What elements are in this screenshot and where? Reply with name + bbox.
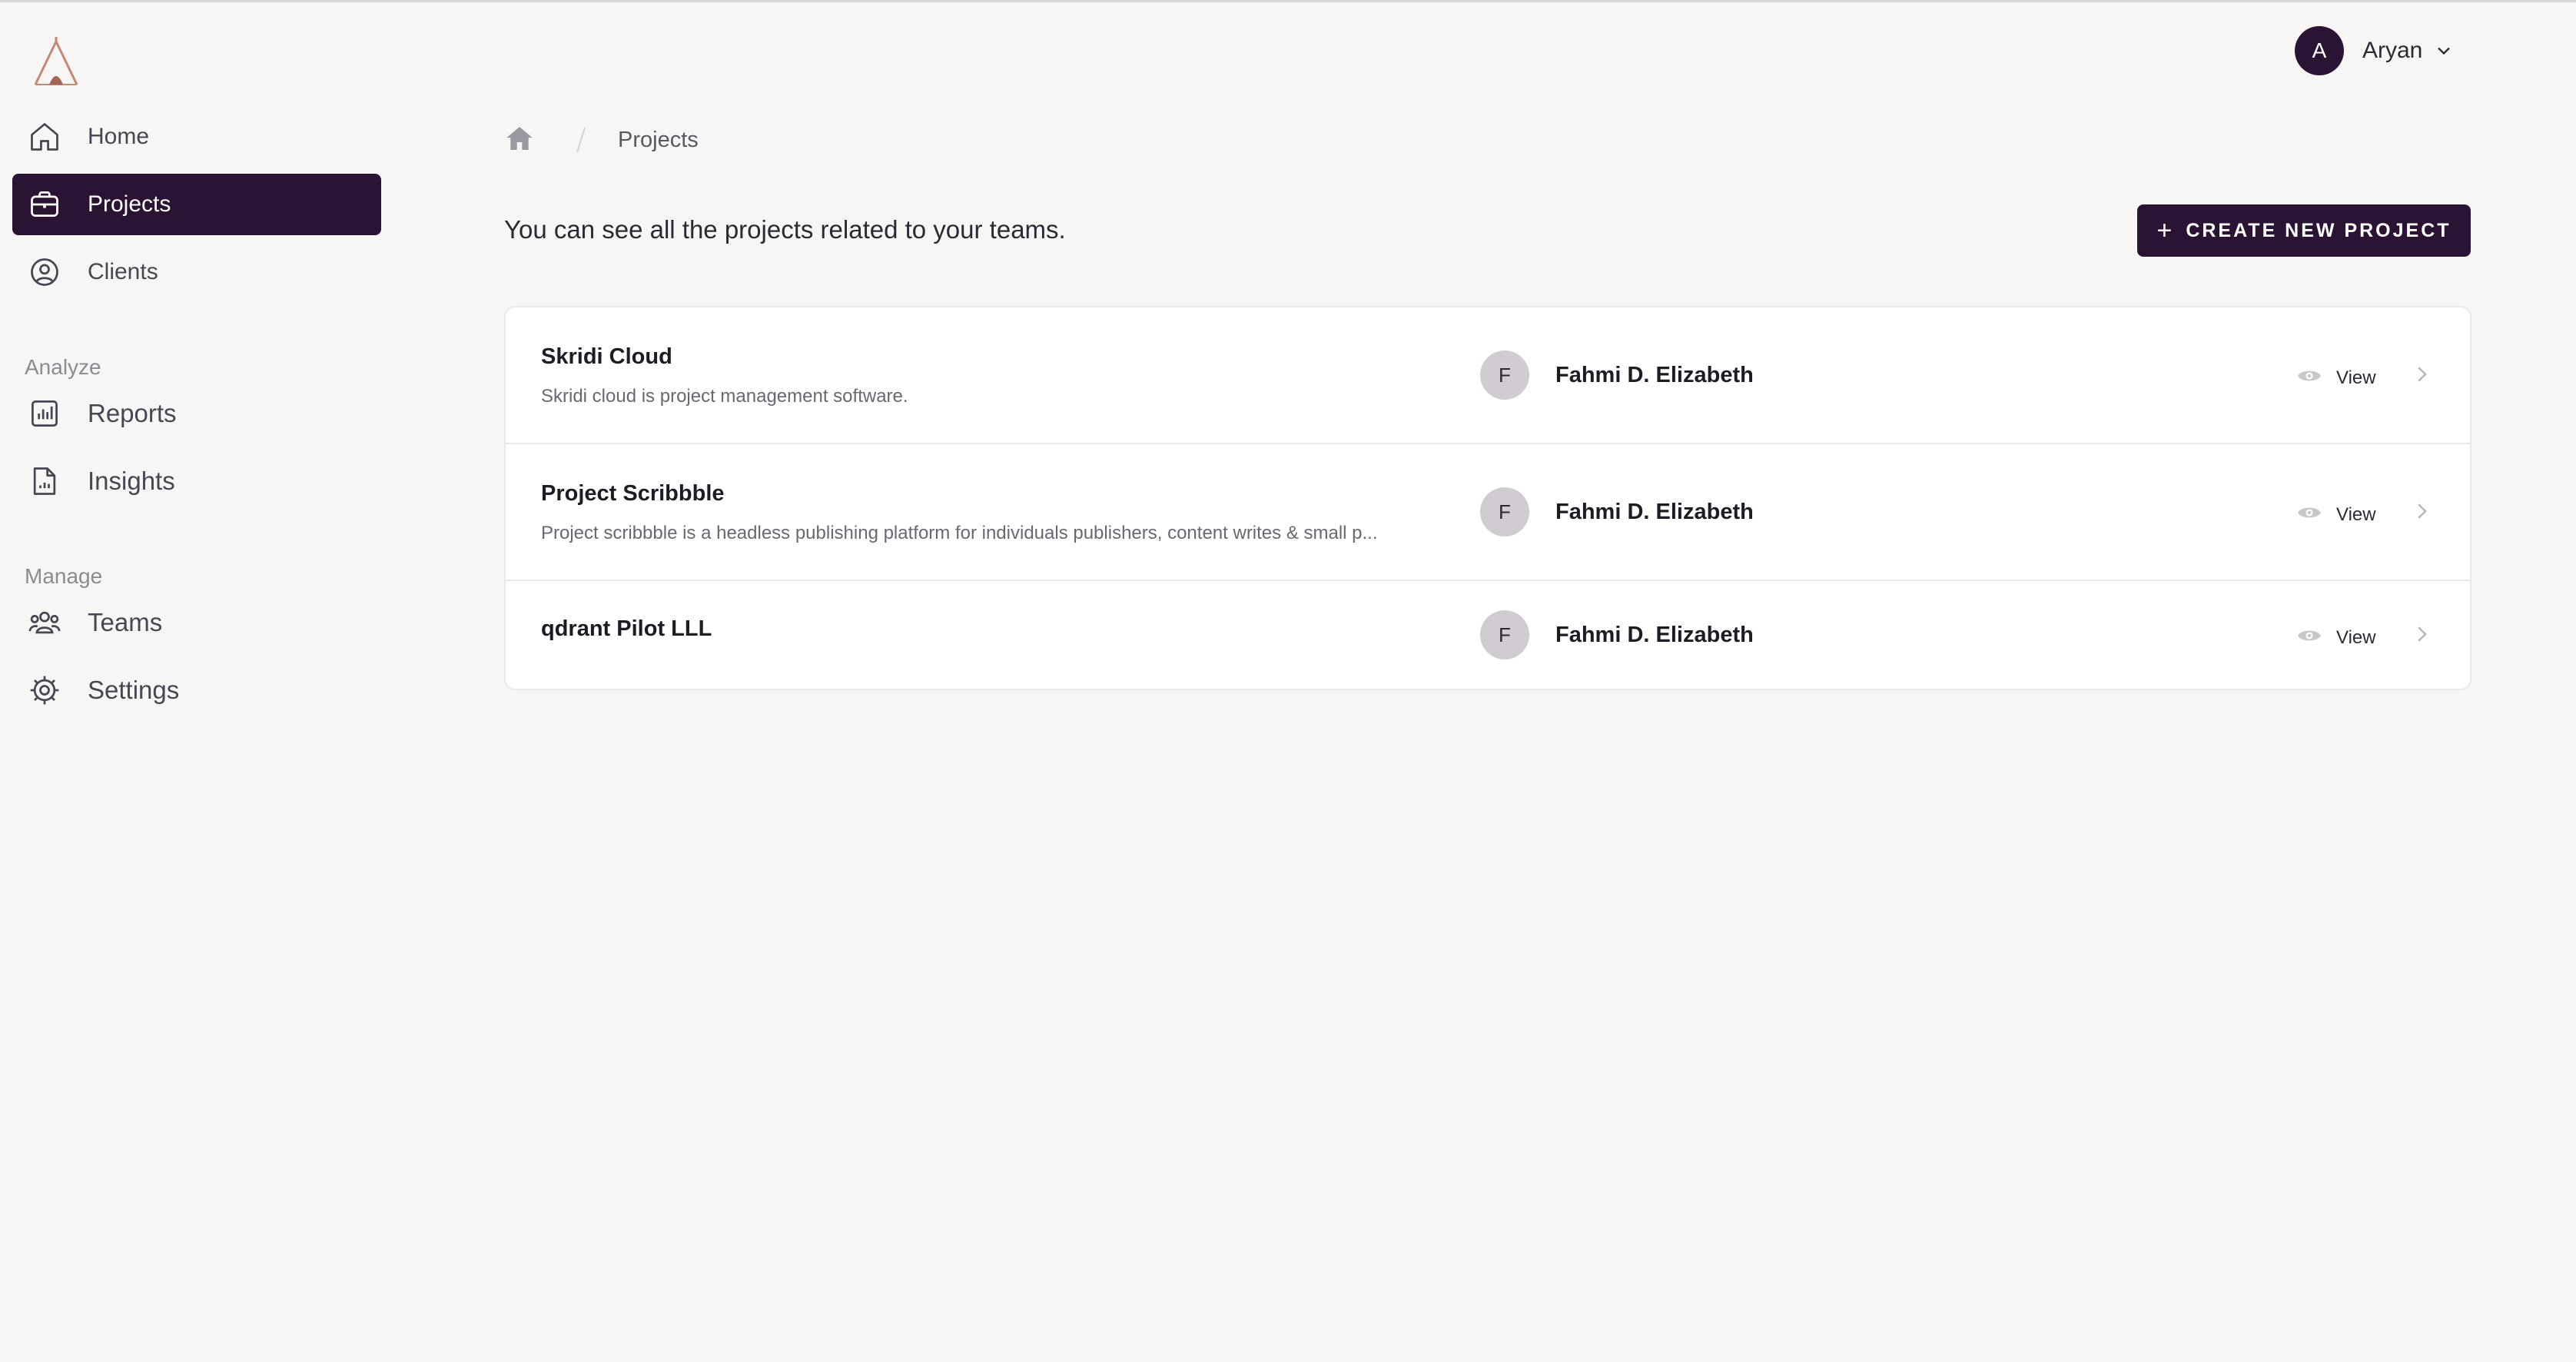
sidebar-item-label: Settings — [88, 676, 180, 704]
tent-logo[interactable] — [29, 34, 83, 89]
project-row[interactable]: Skridi Cloud Skridi cloud is project man… — [506, 307, 2470, 444]
page-intro: You can see all the projects related to … — [504, 215, 1066, 244]
view-label: View — [2336, 367, 2376, 388]
sidebar-item-label: Clients — [88, 259, 158, 284]
sidebar-item-label: Projects — [88, 191, 171, 217]
project-row[interactable]: qdrant Pilot LLL F Fahmi D. Elizabeth Vi… — [506, 581, 2470, 689]
create-project-button[interactable]: + CREATE NEW PROJECT — [2137, 204, 2471, 257]
chevron-right-icon[interactable] — [2410, 363, 2433, 386]
user-name: Aryan — [2362, 38, 2423, 63]
home-icon — [26, 118, 63, 155]
view-button[interactable]: View — [2296, 500, 2376, 530]
owner-name: Fahmi D. Elizabeth — [1555, 362, 1754, 387]
breadcrumb-current[interactable]: Projects — [618, 128, 699, 153]
chevron-right-icon[interactable] — [2410, 500, 2433, 523]
chevron-right-icon[interactable] — [2410, 623, 2433, 646]
chevron-down-icon — [2438, 47, 2451, 55]
project-row[interactable]: Project Scribbble Project scribbble is a… — [506, 444, 2470, 581]
owner-name: Fahmi D. Elizabeth — [1555, 499, 1754, 524]
sidebar-item-clients[interactable]: Clients — [12, 241, 381, 303]
avatar: F — [1480, 487, 1529, 536]
user-circle-icon — [26, 254, 63, 291]
project-title[interactable]: qdrant Pilot LLL — [541, 616, 712, 642]
sidebar-item-reports[interactable]: Reports — [12, 383, 381, 444]
user-menu[interactable]: A Aryan — [2295, 26, 2455, 75]
sidebar-item-teams[interactable]: Teams — [12, 592, 381, 653]
view-button[interactable]: View — [2296, 363, 2376, 393]
eye-icon — [2296, 623, 2322, 653]
view-label: View — [2336, 503, 2376, 525]
sidebar-item-label: Teams — [88, 608, 163, 636]
plus-icon: + — [2156, 215, 2173, 245]
avatar: A — [2295, 26, 2344, 75]
project-owner: F Fahmi D. Elizabeth — [1480, 350, 1754, 400]
owner-name: Fahmi D. Elizabeth — [1555, 622, 1754, 647]
users-icon — [26, 604, 63, 641]
project-title[interactable]: Project Scribbble — [541, 481, 725, 507]
project-owner: F Fahmi D. Elizabeth — [1480, 610, 1754, 659]
gear-icon — [26, 672, 63, 709]
sidebar-item-label: Home — [88, 124, 150, 149]
eye-icon — [2296, 363, 2322, 393]
project-title[interactable]: Skridi Cloud — [541, 344, 672, 370]
project-owner: F Fahmi D. Elizabeth — [1480, 487, 1754, 536]
view-label: View — [2336, 626, 2376, 648]
avatar: F — [1480, 610, 1529, 659]
home-icon[interactable] — [504, 123, 535, 158]
bar-chart-icon — [26, 395, 63, 432]
sidebar-item-label: Insights — [88, 467, 175, 495]
section-label-manage: Manage — [25, 564, 103, 588]
sidebar-item-home[interactable]: Home — [12, 106, 381, 168]
sidebar-item-insights[interactable]: Insights — [12, 450, 381, 512]
breadcrumb: Projects — [504, 123, 699, 157]
project-list: Skridi Cloud Skridi cloud is project man… — [504, 306, 2471, 690]
create-project-label: CREATE NEW PROJECT — [2186, 219, 2452, 241]
sidebar-item-settings[interactable]: Settings — [12, 659, 381, 721]
sidebar: Home Projects Clients Analyze Reports In… — [0, 0, 400, 1362]
sidebar-item-label: Reports — [88, 399, 177, 427]
section-label-analyze: Analyze — [25, 355, 101, 379]
breadcrumb-separator — [576, 127, 586, 153]
avatar: F — [1480, 350, 1529, 400]
document-chart-icon — [26, 463, 63, 500]
view-button[interactable]: View — [2296, 623, 2376, 653]
briefcase-icon — [26, 186, 63, 223]
eye-icon — [2296, 500, 2322, 530]
sidebar-item-projects[interactable]: Projects — [12, 174, 381, 235]
